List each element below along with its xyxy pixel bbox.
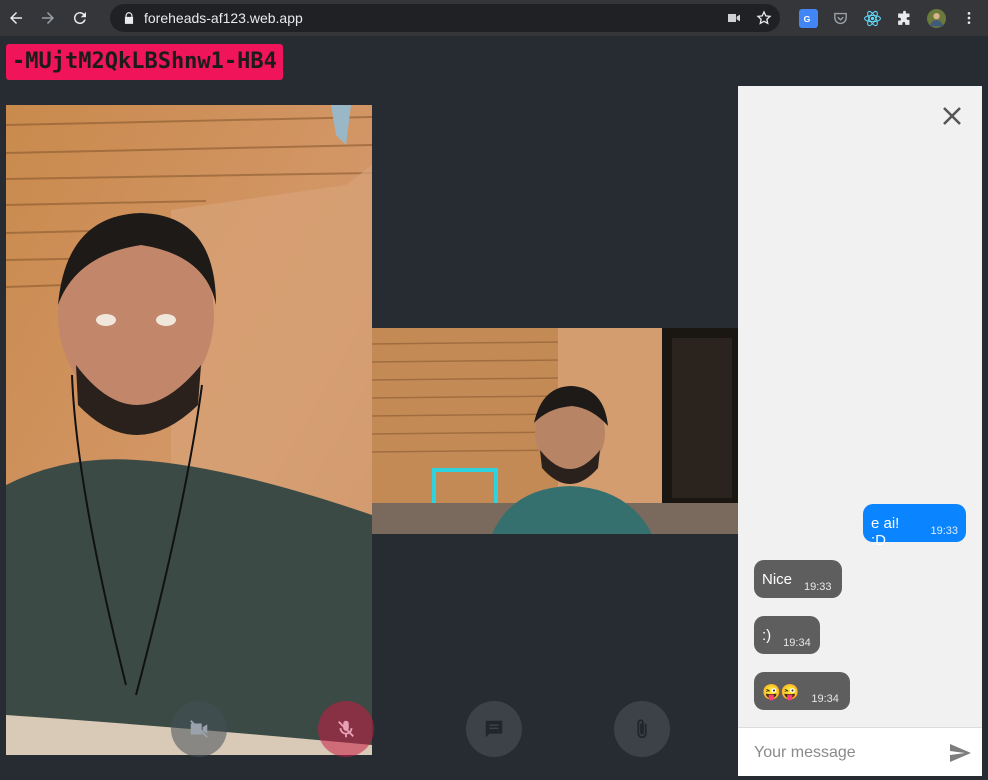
room-id-badge: -MUjtM2QkLBShnw1-HB4 bbox=[6, 44, 283, 80]
react-devtools-icon[interactable] bbox=[863, 9, 882, 28]
close-chat-button[interactable] bbox=[938, 102, 966, 130]
message-text: Nice bbox=[762, 571, 793, 588]
send-icon[interactable] bbox=[948, 741, 972, 765]
message-input[interactable] bbox=[752, 740, 936, 766]
forward-icon[interactable] bbox=[32, 0, 64, 36]
toggle-chat-button[interactable] bbox=[466, 701, 522, 757]
svg-text:G: G bbox=[804, 13, 811, 23]
camera-off-icon bbox=[190, 720, 208, 738]
message-text: 😜😜 bbox=[762, 684, 800, 701]
chat-message-outgoing: e ai! :D 19:33 bbox=[863, 504, 966, 549]
paperclip-icon bbox=[637, 719, 647, 739]
star-icon[interactable] bbox=[756, 10, 772, 26]
chat-message-incoming: 😜😜 19:34 bbox=[754, 672, 850, 710]
pocket-icon[interactable] bbox=[831, 9, 850, 28]
message-text: e ai! :D bbox=[871, 515, 900, 549]
profile-avatar[interactable] bbox=[927, 8, 946, 28]
chat-icon bbox=[485, 720, 503, 738]
toggle-mic-button[interactable] bbox=[318, 701, 374, 757]
browser-toolbar: foreheads-af123.web.app G bbox=[0, 0, 988, 36]
chat-panel: e ai! :D 19:33 Nice 19:33 :) 19:34 😜😜 19… bbox=[738, 86, 982, 776]
chat-message-incoming: Nice 19:33 bbox=[754, 560, 842, 598]
message-composer bbox=[738, 727, 982, 776]
url-text: foreheads-af123.web.app bbox=[144, 10, 303, 26]
remote-video bbox=[372, 328, 738, 534]
menu-dots-icon[interactable] bbox=[959, 9, 978, 28]
back-icon[interactable] bbox=[0, 0, 32, 36]
attach-file-button[interactable] bbox=[614, 701, 670, 757]
chat-message-incoming: :) 19:34 bbox=[754, 616, 820, 654]
camera-icon[interactable] bbox=[726, 10, 742, 26]
puzzle-icon[interactable] bbox=[895, 9, 914, 28]
reload-icon[interactable] bbox=[64, 0, 96, 36]
lock-icon bbox=[124, 12, 134, 24]
message-time: 19:34 bbox=[783, 637, 811, 649]
message-text: :) bbox=[762, 627, 772, 644]
local-video bbox=[6, 105, 372, 755]
toggle-camera-button[interactable] bbox=[171, 701, 227, 757]
message-time: 19:33 bbox=[804, 581, 832, 593]
mic-off-icon bbox=[338, 720, 354, 738]
message-time: 19:34 bbox=[811, 693, 839, 705]
close-icon bbox=[943, 107, 961, 125]
address-bar[interactable]: foreheads-af123.web.app bbox=[110, 4, 780, 32]
message-time: 19:33 bbox=[930, 525, 958, 537]
google-translate-icon[interactable]: G bbox=[799, 8, 818, 28]
